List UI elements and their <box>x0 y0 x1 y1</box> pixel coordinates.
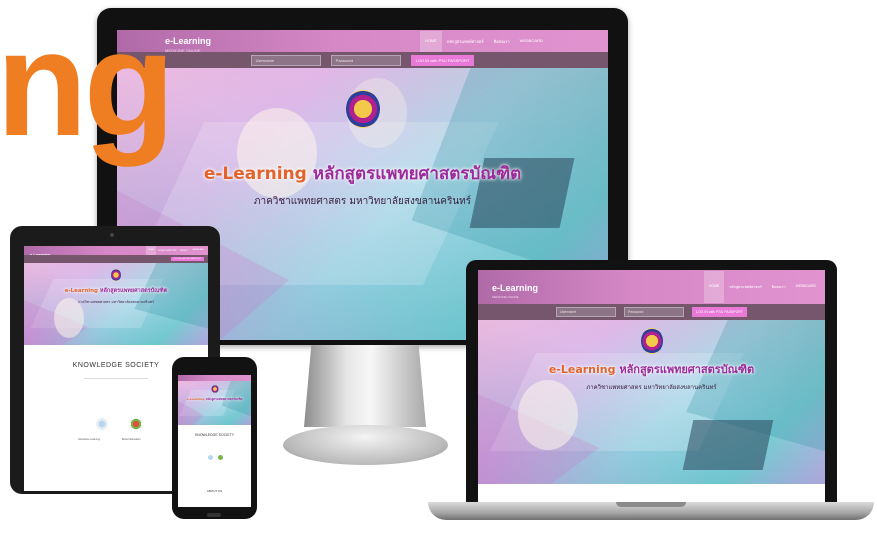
phone-site: e-Learning หลักสูตรแพทยศาสตรบัณฑิต KNOWL… <box>178 375 251 507</box>
section-divider <box>84 378 148 379</box>
laptop: e-Learning MEDICINE ONLINE HOME หลักสูตร… <box>466 260 837 506</box>
hero-title-rest: หลักสูตรแพทยศาสตรบัณฑิต <box>97 288 168 294</box>
site-logo-text: e-Learning <box>492 282 539 293</box>
menu-item-webboard[interactable]: WEBBOARD <box>791 271 821 303</box>
username-input[interactable]: Username <box>250 54 321 66</box>
site-navbar: e-Learning MEDICINE ONLINE HOME หลักสูตร… <box>117 30 608 53</box>
university-emblem-icon <box>211 385 218 393</box>
heading-fragment: ng <box>0 0 175 167</box>
monitor-stand <box>304 345 426 427</box>
monitor-base <box>283 425 448 465</box>
menu-item-webboard[interactable]: WEBBOARD <box>515 31 548 52</box>
hero-title-highlight: e-Learning <box>64 288 98 294</box>
hero-banner: e-Learning หลักสูตรแพทยศาสตรบัณฑิต ภาควิ… <box>24 263 208 345</box>
hero-title: e-Learning หลักสูตรแพทยศาสตรบัณฑิต <box>478 360 825 378</box>
hero-title: e-Learning หลักสูตรแพทยศาสตรบัณฑิต <box>178 397 251 402</box>
menu-item-contact[interactable]: ติดต่อเรา <box>178 246 190 255</box>
phone-home-button[interactable] <box>207 513 221 517</box>
university-emblem-icon <box>345 90 380 128</box>
login-button[interactable]: LOG IN with PSU PASSPORT <box>692 307 747 317</box>
feature-label-1: Interactive Learning <box>78 438 100 441</box>
password-input[interactable]: Password <box>330 54 401 66</box>
section-title: KNOWLEDGE SOCIETY <box>194 433 235 437</box>
award-icon <box>130 418 142 430</box>
hero-title-rest: หลักสูตรแพทยศาสตรบัณฑิต <box>306 164 522 184</box>
menu-item-home[interactable]: HOME <box>419 30 442 52</box>
site-navbar: e-Learning HOME หลักสูตรแพทย์ศาสตร์ ติดต… <box>24 246 208 257</box>
menu-item-home[interactable]: HOME <box>703 271 725 303</box>
feature-label-2: Better Education <box>122 438 141 441</box>
username-input[interactable]: Username <box>556 307 617 317</box>
about-us-link[interactable]: ABOUT US <box>178 489 251 493</box>
menu-item-webboard[interactable]: WEBBOARD <box>190 246 206 255</box>
hero-title-highlight: e-Learning <box>548 363 616 376</box>
laptop-site: e-Learning MEDICINE ONLINE HOME หลักสูตร… <box>478 270 825 506</box>
hero-subtitle: ภาควิชาแพทยศาสตร มหาวิทยาลัยสงขลานครินทร… <box>253 196 472 207</box>
login-button[interactable]: LOG IN with PSU PASSPORT <box>410 54 475 66</box>
hero-title: e-Learning หลักสูตรแพทยศาสตรบัณฑิต <box>24 287 208 295</box>
site-logo[interactable]: e-Learning MEDICINE ONLINE <box>492 276 538 299</box>
login-bar: Username Password LOG IN with PSU PASSPO… <box>117 52 608 68</box>
login-bar: Username Password LOG IN with PSU PASSPO… <box>478 304 825 320</box>
site-logo[interactable]: e-Learning MEDICINE ONLINE <box>165 30 211 53</box>
site-logo-sub: MEDICINE ONLINE <box>492 294 519 299</box>
university-emblem-icon <box>640 328 663 354</box>
university-emblem-icon <box>111 269 121 281</box>
hero-banner: e-Learning หลักสูตรแพทยศาสตรบัณฑิต ภาควิ… <box>478 320 825 484</box>
login-button[interactable]: LOG IN with PSU PASSPORT <box>171 257 204 261</box>
award-icon <box>218 455 223 460</box>
hero-title-rest: หลักสูตรแพทยศาสตรบัณฑิต <box>204 397 243 401</box>
site-navbar: e-Learning MEDICINE ONLINE HOME หลักสูตร… <box>478 270 825 304</box>
lightbulb-icon <box>208 455 213 460</box>
hero-title-highlight: e-Learning <box>186 397 205 401</box>
site-menu: HOME หลักสูตรแพทย์ศาสตร์ ติดต่อเรา WEBBO… <box>703 271 821 303</box>
password-input[interactable]: Password <box>624 307 685 317</box>
login-bar: LOG IN with PSU PASSPORT <box>24 255 208 263</box>
menu-item-home[interactable]: HOME <box>145 246 156 255</box>
hero-banner: e-Learning หลักสูตรแพทยศาสตรบัณฑิต <box>178 381 251 425</box>
hero-subtitle: ภาควิชาแพทยศาสตร มหาวิทยาลัยสงขลานครินทร… <box>586 384 717 391</box>
menu-item-contact[interactable]: ติดต่อเรา <box>767 271 791 303</box>
site-logo-text: e-Learning <box>165 36 212 46</box>
menu-item-curriculum[interactable]: หลักสูตรแพทย์ศาสตร์ <box>724 271 766 303</box>
tablet-camera <box>110 233 114 237</box>
hero-title: e-Learning หลักสูตรแพทยศาสตรบัณฑิต <box>117 160 608 187</box>
site-menu: HOME หลักสูตรแพทย์ศาสตร์ ติดต่อเรา WEBBO… <box>419 30 548 52</box>
laptop-notch <box>616 502 686 507</box>
hero-title-rest: หลักสูตรแพทยศาสตรบัณฑิต <box>615 363 755 376</box>
menu-item-contact[interactable]: ติดต่อเรา <box>489 31 515 52</box>
menu-item-curriculum[interactable]: หลักสูตรแพทย์ศาสตร์ <box>156 246 178 255</box>
hero-title-highlight: e-Learning <box>203 164 307 184</box>
lightbulb-icon <box>96 418 108 430</box>
hero-subtitle: ภาควิชาแพทยศาสตร มหาวิทยาลัยสงขลานครินทร… <box>77 300 155 304</box>
smartphone: e-Learning หลักสูตรแพทยศาสตรบัณฑิต KNOWL… <box>172 357 257 519</box>
menu-item-curriculum[interactable]: หลักสูตรแพทย์ศาสตร์ <box>442 31 489 52</box>
site-menu: HOME หลักสูตรแพทย์ศาสตร์ ติดต่อเรา WEBBO… <box>145 246 206 255</box>
